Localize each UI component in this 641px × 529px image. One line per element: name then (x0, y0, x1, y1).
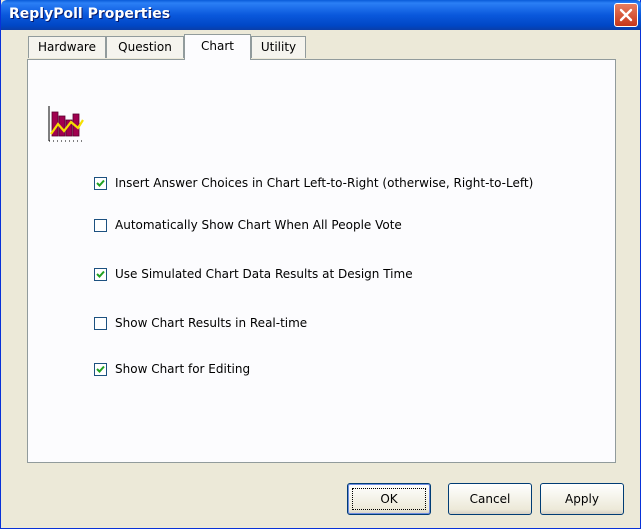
tab-label: Hardware (38, 40, 96, 54)
tab-utility[interactable]: Utility (251, 36, 306, 58)
tab-question[interactable]: Question (106, 36, 184, 58)
option-label: Automatically Show Chart When All People… (115, 218, 402, 232)
tab-label: Utility (260, 40, 297, 54)
option-label: Show Chart Results in Real-time (115, 316, 308, 330)
ok-button-label: OK (380, 492, 398, 506)
ok-button[interactable]: OK (347, 483, 431, 515)
window-title: ReplyPoll Properties (9, 6, 171, 22)
close-button[interactable] (614, 3, 638, 27)
checkbox-auto-show-chart[interactable] (94, 219, 107, 232)
checkmark-icon (96, 365, 105, 373)
checkbox-simulated-data[interactable] (94, 268, 107, 281)
cancel-button[interactable]: Cancel (448, 483, 532, 515)
tab-label: Chart (201, 39, 234, 53)
checkbox-show-for-editing[interactable] (94, 363, 107, 376)
option-label: Show Chart for Editing (115, 362, 251, 376)
apply-button-label: Apply (565, 492, 599, 506)
cancel-button-label: Cancel (469, 492, 511, 506)
checkbox-insert-left-to-right[interactable] (94, 177, 107, 190)
tab-chart[interactable]: Chart (184, 34, 251, 60)
apply-button[interactable]: Apply (540, 483, 624, 515)
chart-tab-panel (27, 59, 616, 463)
close-icon (619, 8, 633, 22)
tab-label: Question (118, 40, 172, 54)
bar-line-chart-icon (48, 106, 85, 142)
option-label: Insert Answer Choices in Chart Left-to-R… (115, 176, 534, 190)
checkbox-real-time-results[interactable] (94, 317, 107, 330)
title-bar[interactable]: ReplyPoll Properties (1, 0, 641, 30)
option-label: Use Simulated Chart Data Results at Desi… (115, 267, 413, 281)
checkmark-icon (96, 179, 105, 187)
checkmark-icon (96, 270, 105, 278)
tab-hardware[interactable]: Hardware (28, 36, 106, 58)
